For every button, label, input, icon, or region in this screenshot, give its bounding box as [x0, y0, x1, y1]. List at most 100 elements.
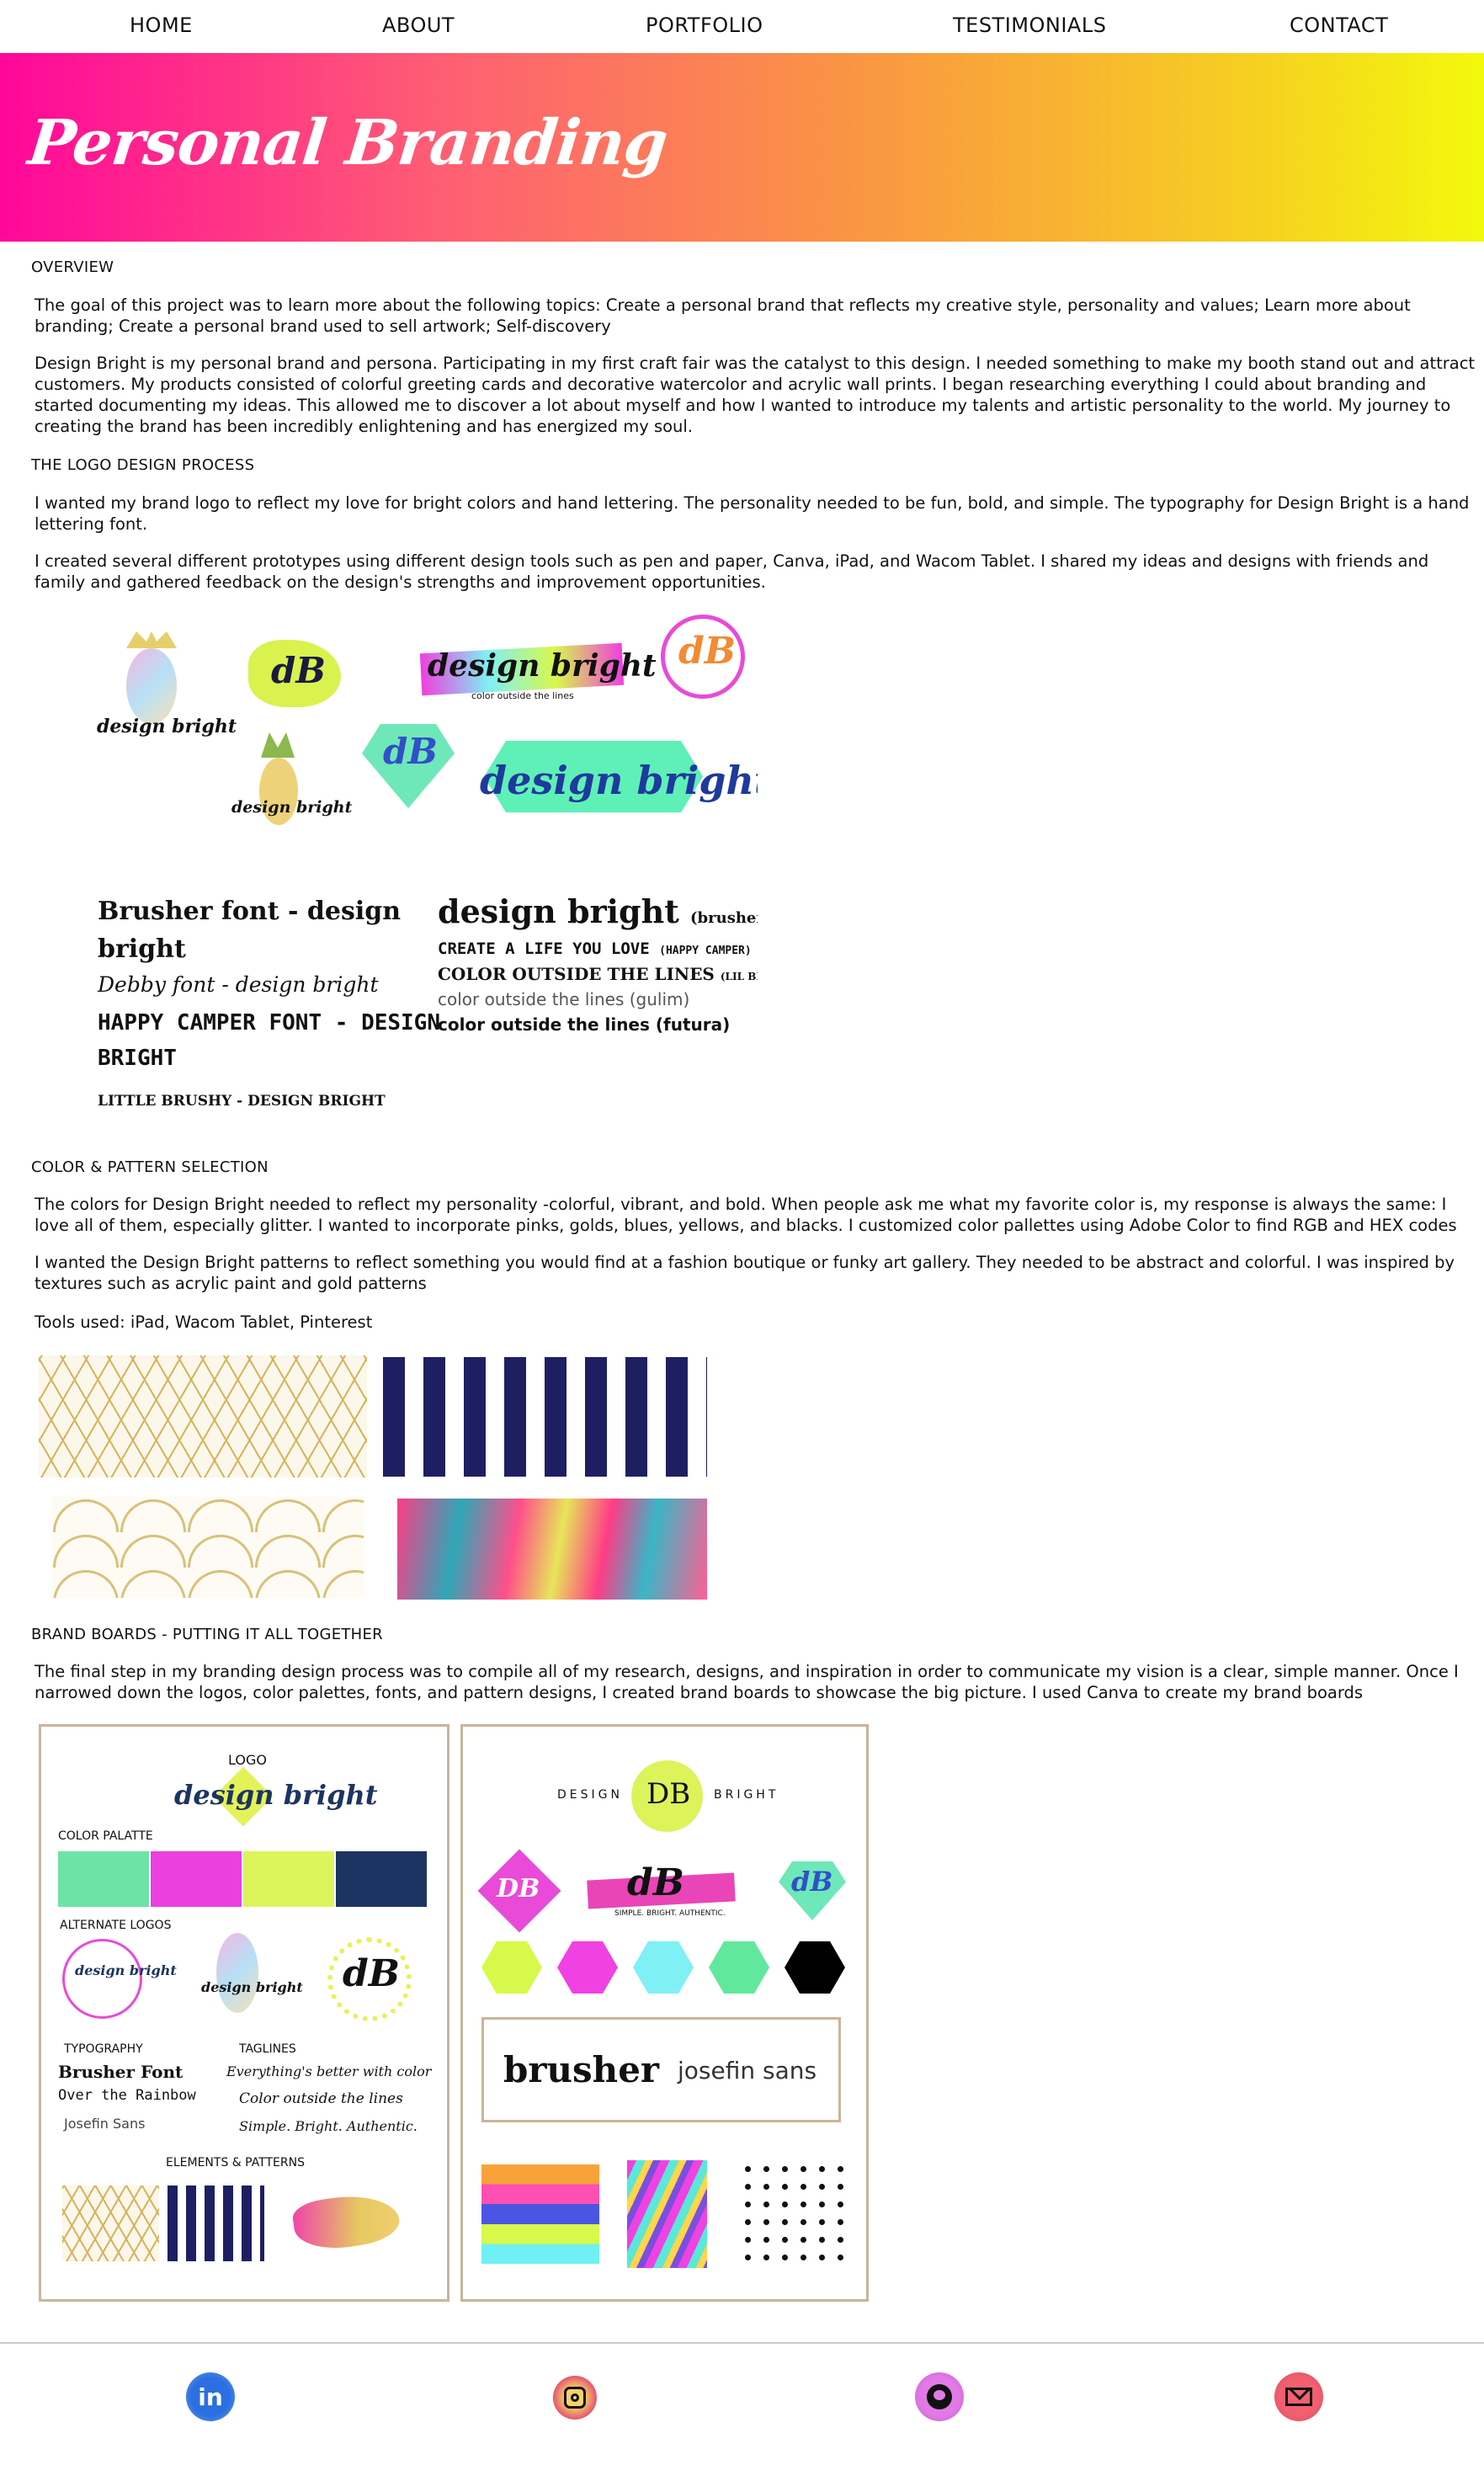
overview-heading: OVERVIEW — [31, 258, 114, 276]
board1-pineapple-icon — [216, 1933, 258, 2013]
pineapple-logo-text: design bright — [97, 716, 237, 737]
font-sample-little-brushy: LITTLE BRUSHY - DESIGN BRIGHT — [98, 1093, 386, 1110]
board1-pattern-pink-gold — [290, 2189, 402, 2255]
board1-alt-logos-label: ALTERNATE LOGOS — [60, 1919, 172, 1932]
dot — [782, 2255, 788, 2260]
board1-alt-circle-text: design bright — [75, 1962, 177, 1978]
hex-swatch — [633, 1941, 694, 1994]
dot — [801, 2219, 806, 2225]
dot — [745, 2201, 751, 2207]
dot — [801, 2166, 806, 2172]
board1-logo-text: design bright — [174, 1779, 378, 1811]
board2-font-josefin: josefin sans — [678, 2057, 817, 2084]
overview-paragraph-1: The goal of this project was to learn mo… — [35, 295, 1411, 336]
logo-heading: THE LOGO DESIGN PROCESS — [31, 456, 255, 474]
hex-swatch — [481, 1941, 542, 1994]
dot — [801, 2255, 806, 2260]
dot — [819, 2219, 825, 2225]
instagram-glyph — [564, 2387, 586, 2409]
dot — [745, 2219, 751, 2225]
dot — [782, 2201, 788, 2207]
font-sample-brusher: Brusher font - design — [98, 897, 402, 926]
dot — [782, 2166, 788, 2172]
brand-board-1: LOGO design bright COLOR PALATTE ALTERNA… — [39, 1724, 449, 2302]
board1-tagline-3: Simple. Bright. Authentic. — [239, 2118, 418, 2134]
nav-portfolio[interactable]: PORTFOLIO — [646, 13, 763, 37]
dot — [838, 2237, 843, 2243]
board1-pattern-gold — [62, 2185, 159, 2261]
board2-dots-pattern — [745, 2166, 854, 2267]
nav-about[interactable]: ABOUT — [382, 13, 455, 37]
dot — [838, 2219, 843, 2225]
circle-logo-text: dB — [678, 630, 736, 673]
dot — [819, 2184, 825, 2190]
pineapple-leaves-icon — [126, 631, 177, 648]
footer-divider — [0, 2342, 1484, 2344]
board2-design-label: DESIGN — [557, 1788, 623, 1802]
font-sample-gulim: color outside the lines (gulim) — [438, 989, 690, 1009]
github-icon[interactable] — [915, 2372, 964, 2421]
board2-pink-diamond-text: DB — [497, 1874, 540, 1903]
dot — [838, 2201, 843, 2207]
board1-typo-josefin: Josefin Sans — [64, 2116, 146, 2132]
board1-sun-logo-text: dB — [343, 1952, 400, 1995]
nav-home[interactable]: HOME — [130, 13, 193, 37]
dot — [801, 2237, 806, 2243]
dot — [763, 2184, 769, 2190]
nav-contact[interactable]: CONTACT — [1290, 13, 1388, 37]
font-sample-futura: color outside the lines (futura) — [438, 1014, 731, 1035]
hero-banner: Personal Branding — [0, 53, 1484, 242]
board2-diamond-logo-text: dB — [791, 1866, 833, 1898]
linkedin-glyph: in — [198, 2382, 223, 2411]
brand-board-2: DESIGN DB BRIGHT DB dB SIMPLE. BRIGHT. A… — [460, 1724, 869, 2302]
font-sample-debby: Debby font - design bright — [98, 972, 379, 997]
boards-paragraph-1: The final step in my branding design pro… — [35, 1662, 1459, 1702]
boards-heading: BRAND BOARDS - PUTTING IT ALL TOGETHER — [31, 1626, 383, 1643]
mail-icon[interactable] — [1274, 2372, 1323, 2421]
font-sample-happy-camper-2: BRIGHT — [98, 1046, 177, 1071]
dot — [763, 2255, 769, 2260]
dot — [838, 2184, 843, 2190]
dot — [763, 2237, 769, 2243]
board2-tagline: SIMPLE. BRIGHT. AUTHENTIC. — [614, 1909, 726, 1918]
dot — [745, 2237, 751, 2243]
dot — [782, 2219, 788, 2225]
dot — [745, 2166, 751, 2172]
board1-tagline-2: Color outside the lines — [239, 2090, 403, 2107]
linkedin-icon[interactable]: in — [186, 2372, 235, 2421]
pineapple-icon — [126, 648, 177, 724]
color-paragraph-2: I wanted the Design Bright patterns to r… — [35, 1253, 1455, 1293]
board1-typography-label: TYPOGRAPHY — [64, 2042, 143, 2056]
palette-swatch — [58, 1851, 149, 1907]
palette-swatch — [336, 1851, 427, 1907]
dot — [745, 2255, 751, 2260]
color-paragraph-1: The colors for Design Bright needed to r… — [35, 1195, 1457, 1235]
font-sample-color-outside: COLOR OUTSIDE THE LINES (LIL BRUSHY) — [438, 964, 758, 984]
logo-prototypes-image: design bright dB design bright design br… — [84, 606, 758, 1128]
dot — [819, 2255, 825, 2260]
font-sample-happy-camper: HAPPY CAMPER FONT - DESIGN — [98, 1010, 440, 1036]
dot — [763, 2166, 769, 2172]
instagram-icon[interactable] — [553, 2376, 597, 2420]
logo-paragraph-1: I wanted my brand logo to reflect my lov… — [35, 493, 1470, 534]
dot — [745, 2184, 751, 2190]
pineapple-leaves-icon-2 — [261, 732, 295, 758]
dot — [763, 2201, 769, 2207]
pattern-abstract-paint — [397, 1499, 707, 1600]
board1-typo-brusher: Brusher Font — [58, 2062, 184, 2082]
board2-font-brusher: brusher — [503, 2049, 660, 2090]
dot — [819, 2201, 825, 2207]
board1-palette-label: COLOR PALATTE — [58, 1829, 153, 1843]
dot — [819, 2237, 825, 2243]
font-sample-create: CREATE A LIFE YOU LOVE (HAPPY CAMPER) — [438, 940, 752, 958]
hex-swatch — [709, 1941, 769, 1994]
nav-testimonials[interactable]: TESTIMONIALS — [953, 13, 1106, 37]
dot — [819, 2166, 825, 2172]
board2-brush-db-text: dB — [627, 1861, 684, 1904]
pattern-gold-hexagon — [39, 1355, 367, 1477]
db-splash-text: dB — [271, 650, 326, 691]
overview-paragraph-2: Design Bright is my personal brand and p… — [35, 354, 1476, 436]
dot — [782, 2237, 788, 2243]
brush-logo-text: design bright — [428, 648, 657, 684]
font-sample-db-brusher: design bright (brusher) — [438, 892, 758, 930]
